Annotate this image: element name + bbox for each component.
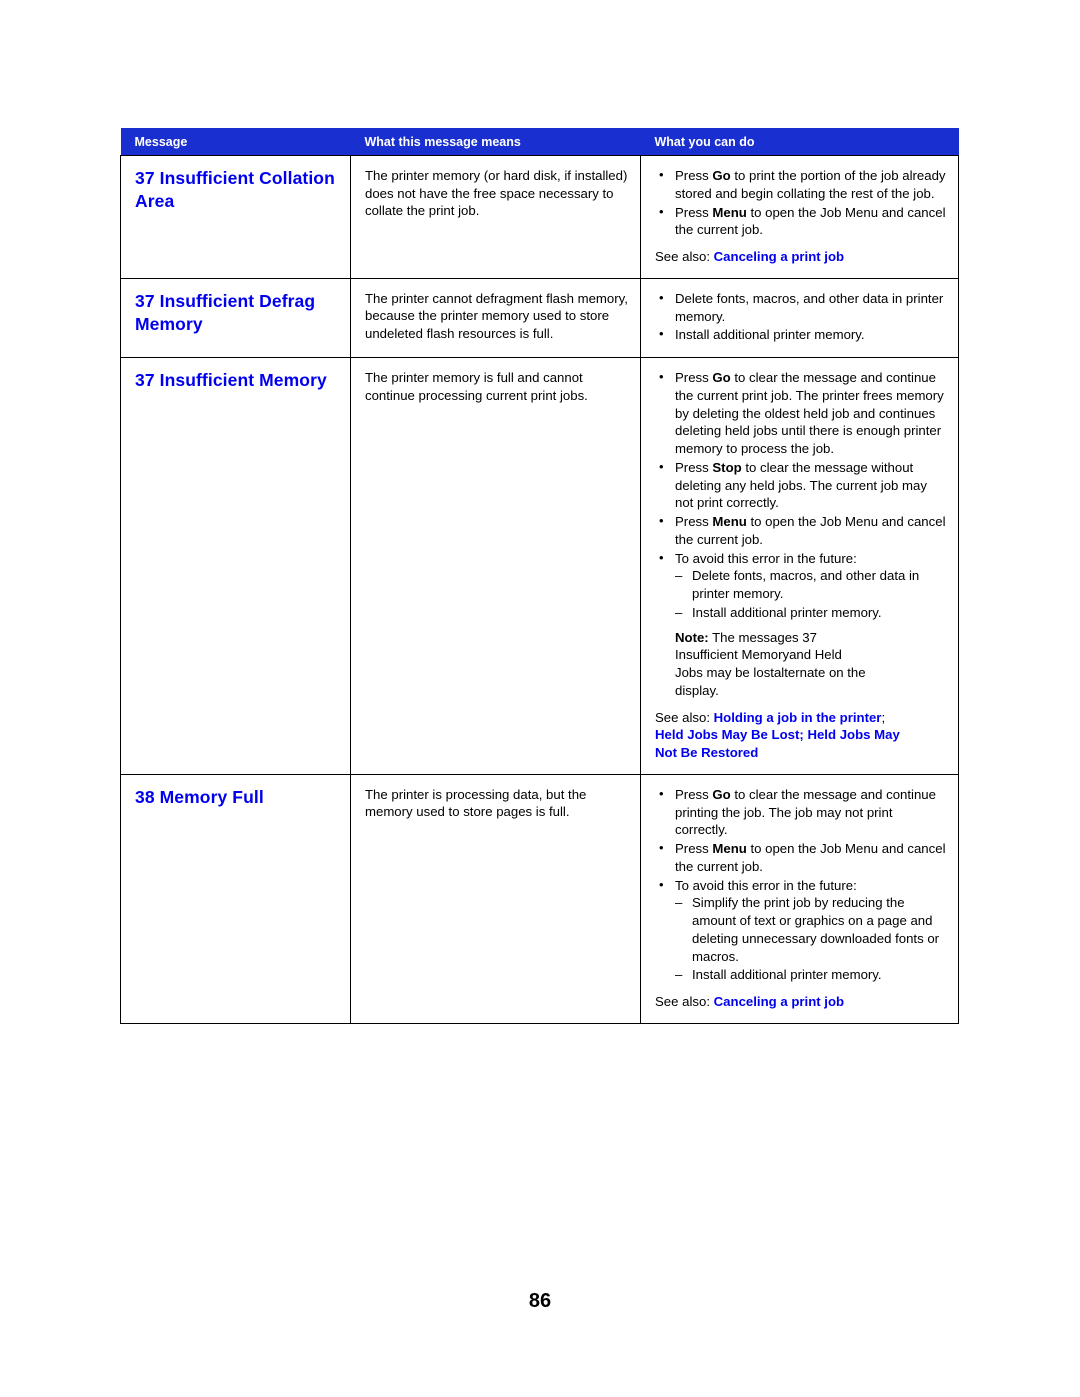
note-line-2: Insufficient Memoryand Held [675,646,948,664]
note-display-text-1: Insufficient Memory [675,647,790,663]
see-also-link-held-jobs-lost[interactable]: Held Jobs May Be Lost [655,727,799,742]
list-item: Install additional printer memory. [675,966,948,984]
message-meaning: The printer cannot defragment flash memo… [365,290,628,341]
cell-meaning: The printer is processing data, but the … [350,773,641,1024]
message-meaning: The printer memory is full and cannot co… [365,370,588,403]
cell-action: Press Go to clear the message and contin… [640,773,959,1024]
list-item: Press Menu to open the Job Menu and canc… [655,203,948,240]
note-line-3: Jobs may be lostalternate on the [675,664,948,682]
printer-messages-table: Message What this message means What you… [120,128,959,1024]
cell-action: Press Go to clear the message and contin… [640,357,959,775]
see-also: See also: Holding a job in the printer; … [655,709,948,762]
list-item: Simplify the print job by reducing the a… [675,894,948,965]
table-header: Message What this message means What you… [120,128,959,156]
table-row: 37 Insufficient Defrag Memory The printe… [120,277,959,359]
list-item: Press Menu to open the Job Menu and canc… [655,512,948,549]
page-number: 86 [528,1290,552,1312]
cell-message: 37 Insufficient Memory [120,357,351,775]
key-stop: Stop [712,459,742,475]
see-also-label: See also: [655,249,714,264]
sub-action-list: Simplify the print job by reducing the a… [675,894,948,984]
list-item: Press Go to clear the message and contin… [655,785,948,839]
list-item-text: To avoid this error in the future: [675,877,857,893]
note-block: Note: The messages 37 Insufficient Memor… [655,629,948,700]
message-name: 38 Memory Full [135,786,264,807]
cell-action: Press Go to print the portion of the job… [640,155,959,279]
key-menu: Menu [712,841,747,856]
cell-meaning: The printer memory is full and cannot co… [350,357,641,775]
cell-meaning: The printer cannot defragment flash memo… [350,277,641,359]
cell-message: 38 Memory Full [120,773,351,1024]
table-row: 37 Insufficient Memory The printer memor… [120,357,959,775]
see-also-separator-2: ; [799,727,804,743]
see-also: See also: Canceling a print job [655,993,948,1011]
cell-message: 37 Insufficient Defrag Memory [120,277,351,359]
column-header-meaning: What this message means [350,128,641,156]
see-also-label: See also: [655,994,714,1009]
see-also-link-holding-job[interactable]: Holding a job in the printer [714,710,882,725]
list-item-text: To avoid this error in the future: [675,550,857,566]
cell-action: Delete fonts, macros, and other data in … [640,277,959,359]
list-item: Press Go to clear the message and contin… [655,368,948,458]
list-item: Delete fonts, macros, and other data in … [675,567,948,603]
cell-message: 37 Insufficient Collation Area [120,155,351,279]
key-menu: Menu [712,514,747,529]
note-display-conj: and Held [789,647,842,663]
table-header-row: Message What this message means What you… [120,128,959,156]
sub-action-list: Delete fonts, macros, and other data in … [675,567,948,621]
see-also-separator: ; [881,709,886,725]
cell-meaning: The printer memory (or hard disk, if ins… [350,155,641,279]
note-label: Note: [675,629,709,645]
list-item: To avoid this error in the future: Delet… [655,549,948,622]
action-list: Press Go to print the portion of the job… [655,166,948,240]
list-item: Delete fonts, macros, and other data in … [655,289,948,326]
message-name: 37 Insufficient Memory [135,370,327,390]
note-line-4: display. [675,682,719,698]
table-row: 38 Memory Full The printer is processing… [120,773,959,1024]
message-meaning: The printer is processing data, but the … [365,786,587,820]
note-line-1: Note: The messages 37 [675,629,948,647]
list-item: Press Go to print the portion of the job… [655,166,948,203]
see-also: See also: Canceling a print job [655,248,948,266]
list-item: Install additional printer memory. [655,325,948,344]
action-list: Press Go to clear the message and contin… [655,785,948,985]
note-text: The messages 37 [708,629,817,645]
document-page: Message What this message means What you… [0,0,1080,1397]
see-also-link-held-jobs-not-restored[interactable]: Held Jobs May [807,727,899,742]
key-go: Go [712,370,731,385]
see-also-line-1: See also: Holding a job in the printer; [655,709,948,727]
see-also-label: See also: [655,709,714,725]
table-row: 37 Insufficient Collation Area The print… [120,155,959,279]
message-name: 37 Insufficient Defrag Memory [135,290,316,335]
key-go: Go [712,168,731,183]
see-also-link[interactable]: Canceling a print job [714,249,844,264]
message-meaning: The printer memory (or hard disk, if ins… [365,168,628,219]
action-list: Delete fonts, macros, and other data in … [655,289,948,344]
see-also-link-continued[interactable]: Not Be Restored [655,744,948,762]
note-display-tail: alternate on the [773,665,866,680]
message-name: 37 Insufficient Collation Area [135,168,335,212]
table-body: 37 Insufficient Collation Area The print… [120,155,959,1024]
column-header-action: What you can do [640,128,959,156]
column-header-message: Message [120,128,351,156]
list-item: Install additional printer memory. [675,604,948,622]
list-item: Press Stop to clear the message without … [655,458,948,512]
key-menu: Menu [712,204,747,220]
key-go: Go [712,786,731,802]
see-also-link[interactable]: Canceling a print job [714,994,844,1009]
note-display-text-2: Jobs may be lost [675,665,774,680]
list-item: To avoid this error in the future: Simpl… [655,876,948,985]
see-also-line-2: Held Jobs May Be Lost; Held Jobs May [655,726,948,744]
action-list: Press Go to clear the message and contin… [655,368,948,622]
list-item: Press Menu to open the Job Menu and canc… [655,839,948,876]
